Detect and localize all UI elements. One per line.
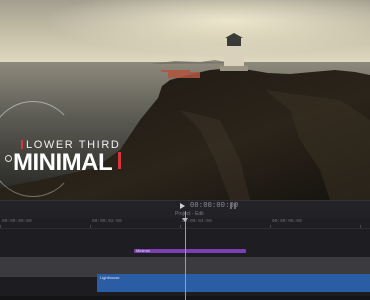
ruler-label: 00:00:00:00 bbox=[2, 219, 32, 224]
pause-icon[interactable] bbox=[230, 203, 236, 209]
pause-icon-bar bbox=[230, 203, 232, 209]
ruler-tick bbox=[360, 225, 361, 228]
clip-label: Minimal bbox=[136, 248, 150, 253]
ruler-tick bbox=[270, 225, 271, 228]
timeline-panel[interactable]: Project - Edit 00:00:00:00 00:00:02:00 0… bbox=[0, 211, 370, 300]
video-editor-app: LOWER THIRD MINIMAL 00:00:00:00 Project … bbox=[0, 0, 370, 300]
clip-label: Lighthouse bbox=[100, 275, 120, 280]
timeline-clip-video[interactable]: Lighthouse bbox=[97, 274, 370, 292]
lower-third-ring-graphic bbox=[5, 155, 12, 162]
playhead-handle[interactable] bbox=[182, 218, 188, 222]
ruler-tick bbox=[0, 225, 1, 228]
viewer-canvas[interactable]: LOWER THIRD MINIMAL bbox=[0, 0, 370, 200]
ruler-label: 00:00:06:00 bbox=[272, 219, 302, 224]
play-icon[interactable] bbox=[180, 203, 185, 209]
playhead-line[interactable] bbox=[185, 211, 186, 300]
accent-cursor bbox=[118, 152, 122, 169]
lower-third-title-text: MINIMAL bbox=[13, 149, 113, 176]
ruler-tick bbox=[180, 225, 181, 228]
lower-third-title[interactable]: MINIMAL bbox=[13, 149, 122, 177]
transport-bar: 00:00:00:00 bbox=[0, 200, 370, 211]
timeline-clip-title[interactable]: Minimal bbox=[134, 248, 246, 253]
ruler-tick bbox=[90, 225, 91, 228]
pause-icon-bar bbox=[234, 203, 236, 209]
ruler-label: 00:00:02:00 bbox=[92, 219, 122, 224]
accent-bar bbox=[21, 140, 23, 149]
timeline-header-label: Project - Edit bbox=[175, 211, 204, 217]
